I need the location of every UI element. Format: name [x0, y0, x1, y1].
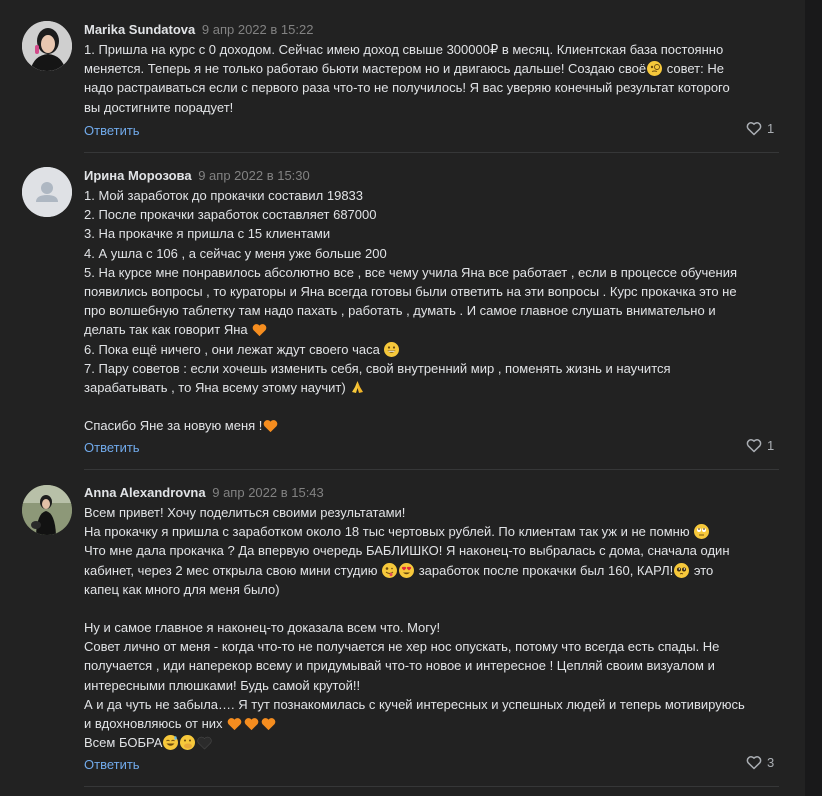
- orange-heart-emoji-icon: [244, 718, 259, 731]
- comment-date[interactable]: 9 апр 2022 в 15:22: [202, 22, 314, 37]
- hand-over-mouth-emoji-icon: [180, 735, 196, 751]
- comment-divider: [84, 469, 779, 470]
- comment-line: кабинет, через 2 мес открыла свою мини с…: [84, 562, 378, 578]
- comment-divider: [84, 786, 779, 787]
- comment-line: совет: Не: [663, 61, 724, 77]
- comment-line: появились вопросы , то кураторы и Яна вс…: [84, 284, 737, 300]
- comment-line: про волшебную таблетку там надо пахать ,…: [84, 303, 716, 319]
- heart-outline-icon: [746, 122, 762, 136]
- orange-heart-emoji-icon: [261, 718, 276, 731]
- comment-line: Совет лично от меня - когда что-то не по…: [84, 639, 720, 655]
- heart-outline-icon: [746, 756, 762, 770]
- reply-button[interactable]: Ответить: [84, 123, 140, 138]
- pleading-face-emoji-icon: [674, 562, 690, 578]
- comment-line: капец как много для меня было): [84, 581, 280, 597]
- comment-line: Что мне дала прокачка ? Да впервую очере…: [84, 543, 730, 559]
- comment-line: 1. Пришла на курс с 0 доходом. Сейчас им…: [84, 42, 724, 57]
- comment-divider: [84, 152, 779, 153]
- zany-face-emoji-icon: [382, 562, 398, 578]
- user-photo-icon: [22, 485, 72, 535]
- avatar[interactable]: [22, 485, 72, 535]
- reply-button[interactable]: Ответить: [84, 757, 140, 772]
- comment-line: На прокачку я пришла с заработком около …: [84, 524, 690, 540]
- comment-text: 1. Мой заработок до прокачки составил 19…: [84, 186, 784, 435]
- comment-line: делать так как говорит Яна: [84, 322, 248, 338]
- comment-line: 2. После прокачки заработок составляет 6…: [84, 207, 377, 223]
- orange-heart-emoji-icon: [264, 420, 278, 433]
- like-button[interactable]: 1: [746, 121, 774, 136]
- comment-author[interactable]: Marika Sundatova: [84, 22, 195, 37]
- like-count: 3: [767, 755, 775, 770]
- comment-line: Спасибо Яне за новую меня !: [84, 418, 263, 434]
- heart-eyes-emoji-icon: [399, 562, 415, 578]
- page-background-edge: [805, 0, 822, 796]
- comment-line: [84, 397, 784, 416]
- comment-line: 7. Пару советов : если хочешь изменить с…: [84, 360, 671, 376]
- comment-line: это: [690, 562, 714, 578]
- comment-line: надо растраиваться если с первого раза ч…: [84, 80, 730, 96]
- comment-line: А и да чуть не забыла…. Я тут познакомил…: [84, 696, 745, 712]
- comments-feed: Marika Sundatova 9 апр 2022 в 15:22 1. П…: [0, 0, 805, 796]
- rolling-eyes-emoji-icon: [694, 524, 710, 540]
- user-photo-icon: [22, 21, 72, 71]
- comment-line: 4. А ушла с 106 , а сейчас у меня уже бо…: [84, 245, 387, 261]
- comment-line: заработок после прокачки был 160, КАРЛ!: [415, 562, 674, 578]
- avatar[interactable]: [22, 21, 72, 71]
- comment-line: 1. Мой заработок до прокачки составил 19…: [84, 188, 364, 203]
- comment-line: Всем БОБРА: [84, 735, 163, 751]
- grinning-face-emoji-icon: [384, 341, 400, 357]
- comment-line: получается , иди наперекор всему и приду…: [84, 658, 715, 674]
- comment-date[interactable]: 9 апр 2022 в 15:43: [212, 485, 324, 500]
- comment-line: [84, 599, 784, 618]
- comment-line: Всем привет! Хочу поделиться своими резу…: [84, 505, 406, 520]
- orange-heart-emoji-icon: [252, 324, 267, 337]
- heart-outline-icon: [746, 439, 762, 453]
- comment-line: Ну и самое главное я наконец-то доказала…: [84, 620, 441, 636]
- monocle-face-emoji-icon: [647, 61, 663, 77]
- orange-heart-emoji-icon: [227, 718, 242, 731]
- comment-line: и вдохновляюсь от них: [84, 716, 223, 732]
- like-button[interactable]: 1: [746, 438, 774, 453]
- black-heart-emoji-icon: [197, 737, 212, 750]
- comment-line: зарабатывать , то Яна всему этому научит…: [84, 380, 346, 396]
- comment-line: меняется. Теперь я не только работаю бью…: [84, 61, 647, 77]
- default-user-icon: [22, 167, 72, 217]
- comment-line: вы достигните порадует!: [84, 99, 234, 115]
- comment-text: 1. Пришла на курс с 0 доходом. Сейчас им…: [84, 40, 784, 117]
- comment-author[interactable]: Ирина Морозова: [84, 168, 192, 183]
- reply-button[interactable]: Ответить: [84, 440, 140, 455]
- comment-date[interactable]: 9 апр 2022 в 15:30: [198, 168, 310, 183]
- folded-hands-emoji-icon: [352, 381, 364, 394]
- comment-line: 3. На прокачке я пришла с 15 клиентами: [84, 226, 331, 242]
- comment-line: 5. На курсе мне понравилось абсолютно вс…: [84, 264, 737, 280]
- comment-line: 6. Пока ещё ничего , они лежат ждут свое…: [84, 341, 380, 357]
- comment-author[interactable]: Anna Alexandrovna: [84, 485, 206, 500]
- sweat-smile-emoji-icon: [163, 735, 179, 751]
- comment-line: интересными плюшками! Будь самой крутой!…: [84, 677, 361, 693]
- like-count: 1: [767, 121, 775, 136]
- like-button[interactable]: 3: [746, 755, 774, 770]
- comment-text: Всем привет! Хочу поделиться своими резу…: [84, 503, 784, 752]
- like-count: 1: [767, 438, 775, 453]
- avatar[interactable]: [22, 167, 72, 217]
